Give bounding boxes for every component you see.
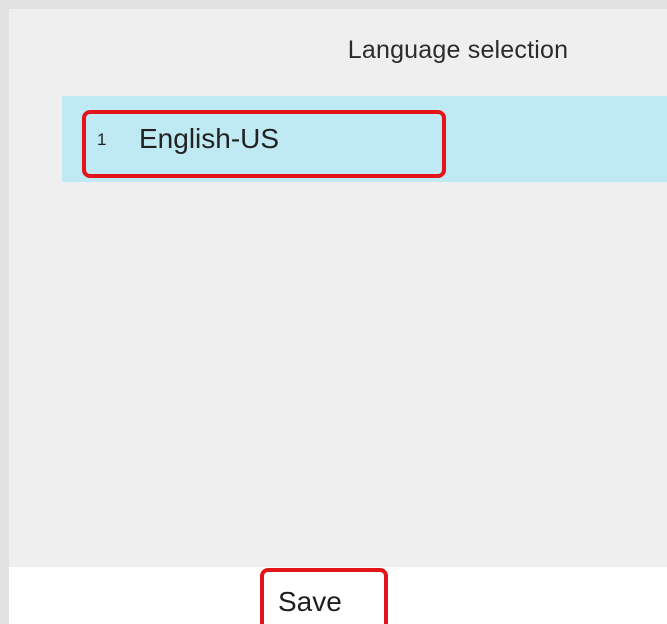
screen-top-border — [0, 0, 667, 9]
highlight-outline-list-item — [82, 110, 446, 178]
screen-left-border — [0, 0, 9, 624]
phone-screen: Language selection 1 English-US Save — [0, 0, 667, 624]
page-title: Language selection — [347, 36, 569, 64]
highlight-outline-save-button — [260, 568, 388, 624]
content-area: Language selection — [9, 9, 667, 567]
